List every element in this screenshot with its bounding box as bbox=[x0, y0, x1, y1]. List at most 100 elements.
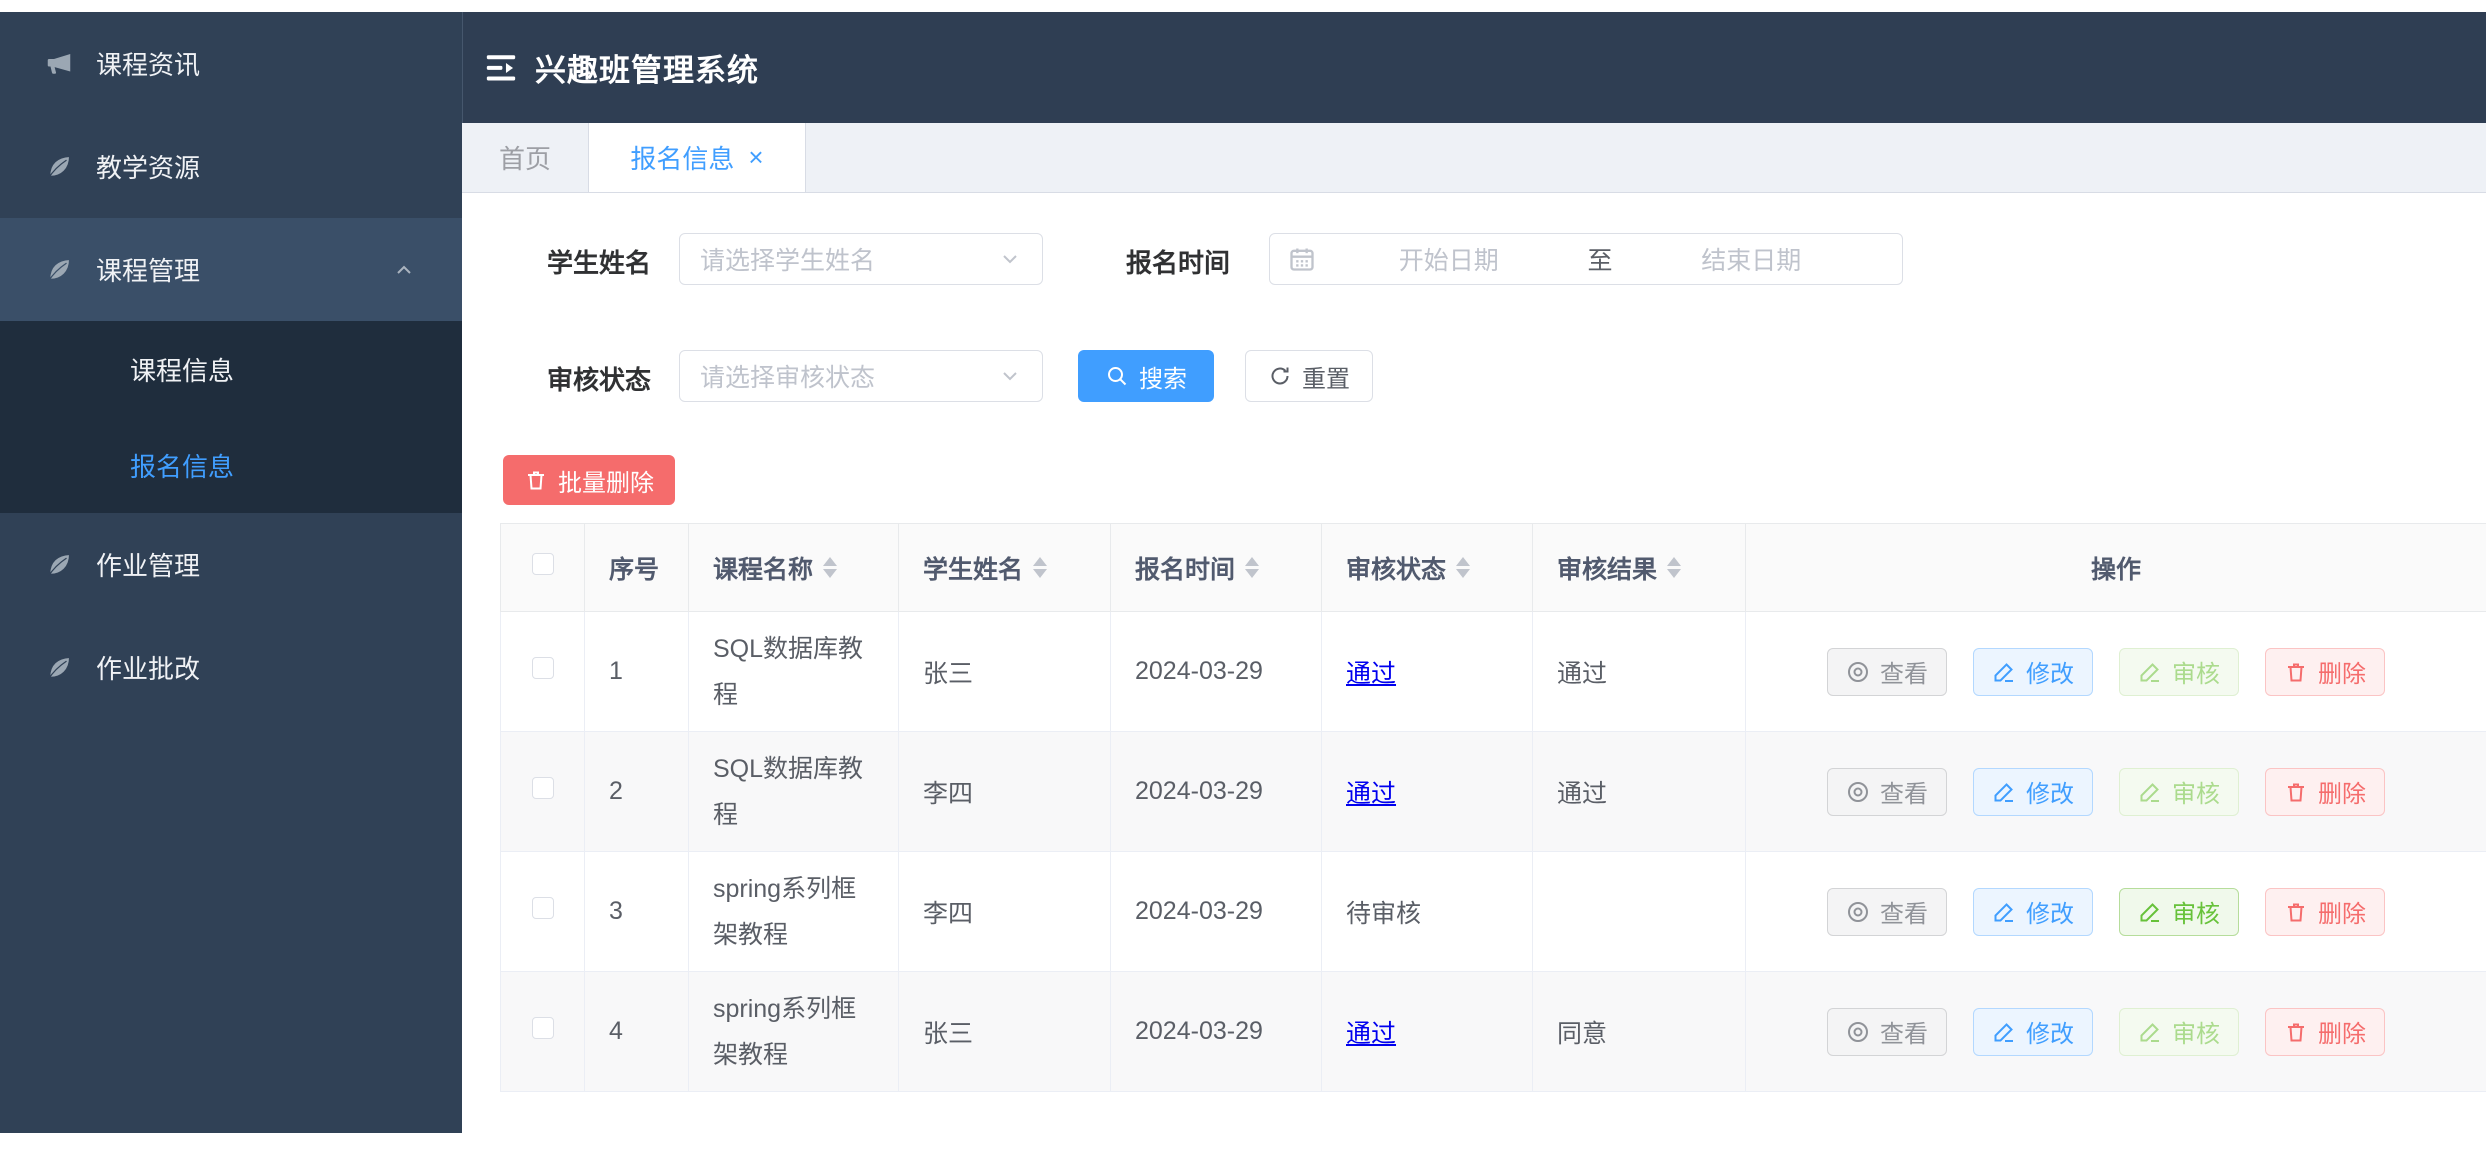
date-separator: 至 bbox=[1587, 247, 1613, 275]
sort-carets[interactable] bbox=[823, 557, 838, 578]
sidebar-item-homework-management[interactable]: 作业管理 bbox=[0, 513, 462, 616]
status-link[interactable]: 通过 bbox=[1346, 1020, 1396, 1048]
menu-unfold-icon[interactable] bbox=[483, 51, 519, 85]
cell-index: 3 bbox=[584, 851, 689, 972]
signup-time-range-picker[interactable]: 开始日期 至 结束日期 bbox=[1269, 233, 1903, 285]
end-date-input[interactable]: 结束日期 bbox=[1619, 241, 1885, 277]
sidebar-item-signup-info[interactable]: 报名信息 bbox=[0, 417, 462, 513]
status-text: 待审核 bbox=[1346, 899, 1422, 928]
tab-home[interactable]: 首页 bbox=[462, 123, 588, 192]
row-checkbox[interactable] bbox=[531, 1017, 554, 1039]
delete-button[interactable]: 删除 bbox=[2265, 1007, 2385, 1056]
tab-label: 报名信息 bbox=[630, 144, 735, 174]
cell-result bbox=[1532, 851, 1746, 972]
column-header-index: 序号 bbox=[609, 555, 660, 584]
edit-button[interactable]: 修改 bbox=[1973, 1007, 2093, 1056]
edit-button[interactable]: 修改 bbox=[1973, 647, 2093, 696]
sidebar: 课程资讯 教学资源 课程管理 课程信息 报名信息 作业管理 作业批改 bbox=[0, 12, 462, 1133]
sort-carets[interactable] bbox=[1667, 557, 1682, 578]
status-link[interactable]: 通过 bbox=[1346, 780, 1396, 808]
cell-student: 张三 bbox=[898, 611, 1111, 732]
chevron-down-icon bbox=[1003, 372, 1017, 381]
cell-course: SQL数据库教程 bbox=[713, 634, 864, 709]
chevron-up-icon bbox=[397, 265, 411, 274]
trash-icon bbox=[2288, 663, 2304, 681]
pencil-icon bbox=[2140, 782, 2159, 802]
delete-button[interactable]: 删除 bbox=[2265, 887, 2385, 936]
cell-index: 2 bbox=[584, 731, 689, 852]
row-checkbox[interactable] bbox=[531, 657, 554, 679]
sidebar-item-course-news[interactable]: 课程资讯 bbox=[0, 12, 462, 115]
trash-icon bbox=[2288, 783, 2304, 801]
table-header-row: 序号 课程名称 学生姓名 报名时间 审核状态 审核结果 操作 bbox=[500, 523, 2486, 612]
cell-course: spring系列框架教程 bbox=[713, 994, 857, 1069]
sidebar-item-course-management[interactable]: 课程管理 bbox=[0, 218, 462, 321]
sidebar-item-course-info[interactable]: 课程信息 bbox=[0, 321, 462, 417]
delete-button[interactable]: 删除 bbox=[2265, 647, 2385, 696]
megaphone-icon bbox=[47, 53, 71, 74]
chevron-down-icon bbox=[1003, 255, 1017, 264]
trash-icon bbox=[2288, 903, 2304, 921]
sidebar-item-label: 报名信息 bbox=[130, 451, 235, 482]
student-name-select[interactable]: 请选择学生姓名 bbox=[679, 233, 1043, 285]
start-date-input[interactable]: 开始日期 bbox=[1316, 241, 1582, 277]
select-all-checkbox[interactable] bbox=[531, 553, 554, 575]
pencil-icon bbox=[1994, 1022, 2013, 1042]
app-window: 课程资讯 教学资源 课程管理 课程信息 报名信息 作业管理 作业批改 兴趣班管理… bbox=[0, 0, 2486, 1159]
cell-time: 2024-03-29 bbox=[1110, 611, 1322, 732]
eye-icon bbox=[1848, 661, 1868, 682]
sort-carets[interactable] bbox=[1245, 557, 1260, 578]
close-icon[interactable]: × bbox=[748, 142, 763, 173]
sidebar-item-label: 课程管理 bbox=[96, 256, 201, 286]
column-header-course: 课程名称 bbox=[713, 555, 814, 584]
view-button[interactable]: 查看 bbox=[1827, 767, 1947, 816]
refresh-icon bbox=[1271, 367, 1289, 385]
batch-delete-label: 批量删除 bbox=[558, 469, 654, 497]
sort-carets[interactable] bbox=[1456, 557, 1471, 578]
tab-bar: 首页 报名信息 × bbox=[462, 123, 2486, 193]
cell-course: SQL数据库教程 bbox=[713, 754, 864, 829]
audit-button-disabled[interactable]: 审核 bbox=[2119, 767, 2239, 816]
sidebar-item-label: 教学资源 bbox=[96, 153, 201, 183]
eye-icon bbox=[1848, 901, 1868, 922]
pencil-icon bbox=[1994, 902, 2013, 922]
cell-student: 张三 bbox=[898, 971, 1111, 1092]
view-button[interactable]: 查看 bbox=[1827, 1007, 1947, 1056]
page-title: 兴趣班管理系统 bbox=[535, 53, 759, 88]
sidebar-item-homework-grading[interactable]: 作业批改 bbox=[0, 616, 462, 719]
sidebar-item-teaching-resources[interactable]: 教学资源 bbox=[0, 115, 462, 218]
audit-button[interactable]: 审核 bbox=[2119, 887, 2239, 936]
edit-button[interactable]: 修改 bbox=[1973, 767, 2093, 816]
row-checkbox[interactable] bbox=[531, 897, 554, 919]
search-button-label: 搜索 bbox=[1139, 365, 1187, 393]
sidebar-item-label: 作业管理 bbox=[96, 551, 201, 581]
delete-button[interactable]: 删除 bbox=[2265, 767, 2385, 816]
trash-icon bbox=[2288, 1023, 2304, 1041]
reset-button[interactable]: 重置 bbox=[1245, 350, 1373, 402]
table-row: 4 spring系列框架教程 张三 2024-03-29 通过 同意 查看 修改… bbox=[500, 971, 2486, 1092]
cell-index: 1 bbox=[584, 611, 689, 732]
app-header: 兴趣班管理系统 zls 【教师 bbox=[462, 12, 2486, 123]
table-row: 3 spring系列框架教程 李四 2024-03-29 待审核 查看 修改 审… bbox=[500, 851, 2486, 972]
reset-button-label: 重置 bbox=[1302, 365, 1350, 393]
batch-delete-button[interactable]: 批量删除 bbox=[503, 455, 675, 505]
view-button[interactable]: 查看 bbox=[1827, 887, 1947, 936]
view-button[interactable]: 查看 bbox=[1827, 647, 1947, 696]
edit-button[interactable]: 修改 bbox=[1973, 887, 2093, 936]
row-checkbox[interactable] bbox=[531, 777, 554, 799]
audit-button-disabled[interactable]: 审核 bbox=[2119, 1007, 2239, 1056]
pencil-icon bbox=[2140, 902, 2159, 922]
sort-carets[interactable] bbox=[1033, 557, 1048, 578]
cell-index: 4 bbox=[584, 971, 689, 1092]
column-header-actions: 操作 bbox=[1745, 523, 2486, 612]
tab-signup-info[interactable]: 报名信息 × bbox=[588, 123, 806, 192]
table-row: 1 SQL数据库教程 张三 2024-03-29 通过 通过 查看 修改 审核 … bbox=[500, 611, 2486, 732]
signup-table: 序号 课程名称 学生姓名 报名时间 审核状态 审核结果 操作 1 SQL数据库教… bbox=[500, 523, 2486, 1092]
status-link[interactable]: 通过 bbox=[1346, 660, 1396, 688]
search-button[interactable]: 搜索 bbox=[1078, 350, 1214, 402]
eye-icon bbox=[1848, 1021, 1868, 1042]
pencil-icon bbox=[2140, 1022, 2159, 1042]
audit-status-select[interactable]: 请选择审核状态 bbox=[679, 350, 1043, 402]
audit-button-disabled[interactable]: 审核 bbox=[2119, 647, 2239, 696]
signup-time-label: 报名时间 bbox=[1126, 248, 1231, 278]
